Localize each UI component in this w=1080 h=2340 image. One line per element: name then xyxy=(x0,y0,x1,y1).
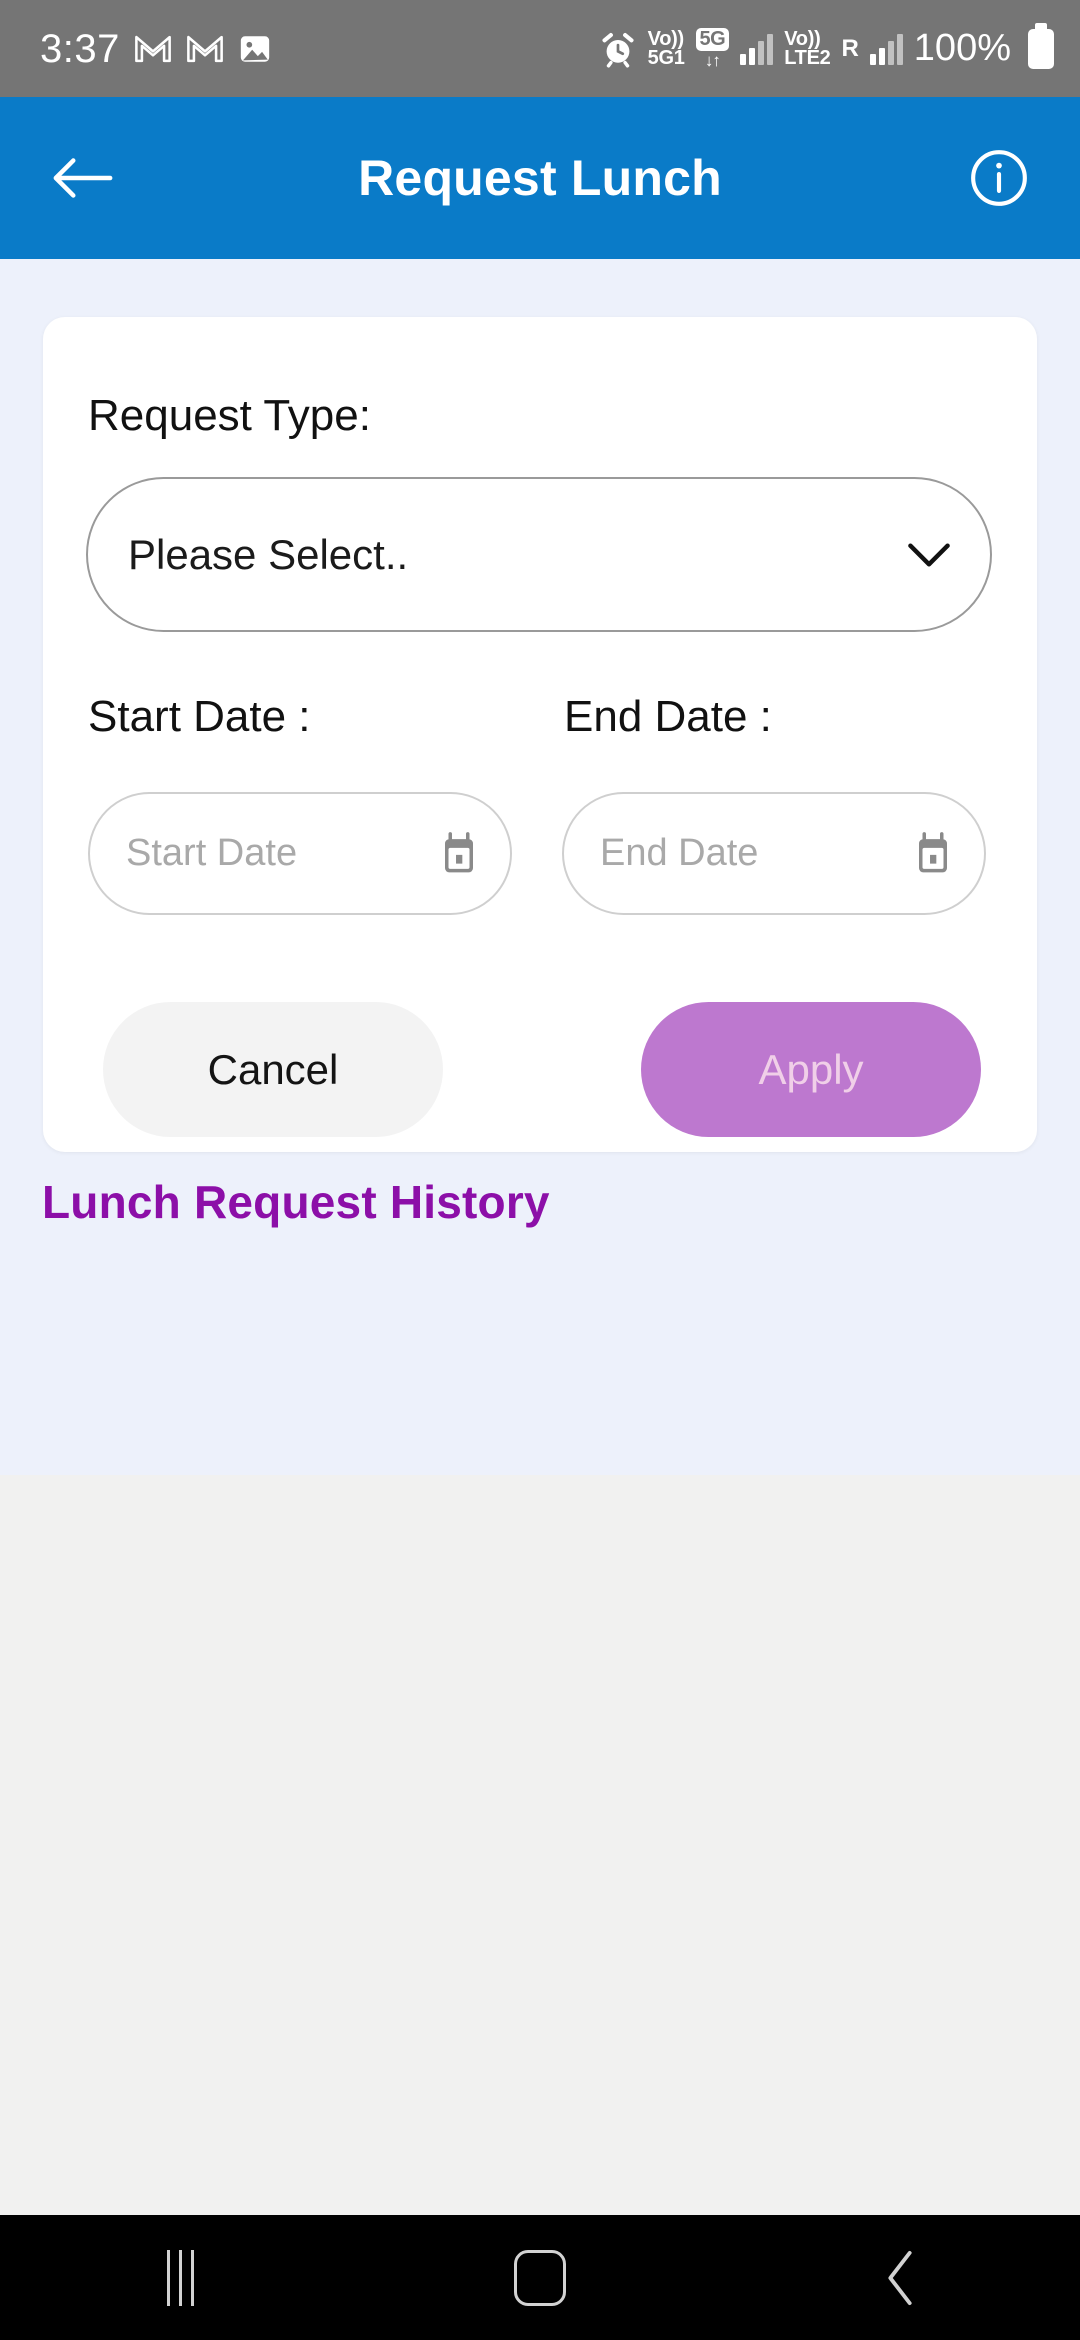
home-button[interactable] xyxy=(480,2233,600,2323)
app-bar: Request Lunch xyxy=(0,97,1080,259)
data-transfer-arrows-icon: ↓↑ xyxy=(704,51,721,70)
sim1-network-label: 5G1 xyxy=(647,46,685,69)
calendar-icon[interactable] xyxy=(438,831,480,876)
recents-button[interactable] xyxy=(120,2233,240,2323)
lunch-request-history-heading: Lunch Request History xyxy=(42,1176,550,1228)
gmail-icon xyxy=(186,35,223,62)
roaming-label: R xyxy=(841,34,859,62)
start-date-field[interactable]: Start Date xyxy=(88,792,512,915)
sim2-volte-label: Vo)) xyxy=(784,28,821,51)
photos-icon xyxy=(240,35,270,62)
cancel-button[interactable]: Cancel xyxy=(103,1002,443,1137)
signal-bars-sim1-icon xyxy=(740,33,774,65)
request-type-label: Request Type: xyxy=(88,391,371,440)
status-bar-left: 3:37 xyxy=(40,29,272,69)
end-date-field[interactable]: End Date xyxy=(562,792,986,915)
battery-percent-label: 100% xyxy=(913,27,1011,69)
back-chevron-icon xyxy=(888,2250,912,2305)
start-date-placeholder: Start Date xyxy=(126,832,298,874)
phone-screen: 3:37 Vo)) 5G1 5G ↓↑ Vo)) LTE2 R 100% Req… xyxy=(0,0,1080,2340)
five-g-badge: 5G xyxy=(695,28,730,51)
battery-full-icon xyxy=(1028,28,1054,69)
info-circle-icon[interactable] xyxy=(968,147,1030,209)
status-bar: 3:37 Vo)) 5G1 5G ↓↑ Vo)) LTE2 R 100% xyxy=(0,0,1080,97)
end-date-placeholder: End Date xyxy=(600,832,759,874)
five-g-indicator: 5G ↓↑ xyxy=(695,28,730,70)
sim1-network-indicator: Vo)) 5G1 xyxy=(647,28,685,69)
status-bar-right: Vo)) 5G1 5G ↓↑ Vo)) LTE2 R 100% xyxy=(599,27,1054,70)
request-type-selected-value: Please Select.. xyxy=(128,530,409,578)
recents-icon xyxy=(166,2249,194,2306)
sim1-volte-label: Vo)) xyxy=(647,28,685,51)
system-navigation-bar xyxy=(0,2215,1080,2340)
sim2-network-label: LTE2 xyxy=(784,46,831,69)
request-form-card: Request Type: Please Select.. Start Date… xyxy=(43,317,1037,1152)
request-type-select[interactable]: Please Select.. xyxy=(86,477,992,632)
home-icon xyxy=(514,2249,566,2306)
calendar-icon[interactable] xyxy=(912,831,954,876)
apply-button[interactable]: Apply xyxy=(641,1002,981,1137)
back-arrow-icon[interactable] xyxy=(50,154,116,202)
start-date-label: Start Date : xyxy=(88,692,311,741)
chevron-down-icon xyxy=(908,542,950,567)
sim2-network-indicator: Vo)) LTE2 xyxy=(784,28,831,69)
alarm-icon xyxy=(602,32,634,68)
gmail-icon xyxy=(134,35,171,62)
system-back-button[interactable] xyxy=(840,2233,960,2323)
status-time: 3:37 xyxy=(40,26,120,71)
content-background-lower xyxy=(0,1475,1080,2215)
end-date-label: End Date : xyxy=(564,692,772,741)
page-title: Request Lunch xyxy=(358,150,722,206)
signal-bars-sim2-icon xyxy=(869,33,903,65)
